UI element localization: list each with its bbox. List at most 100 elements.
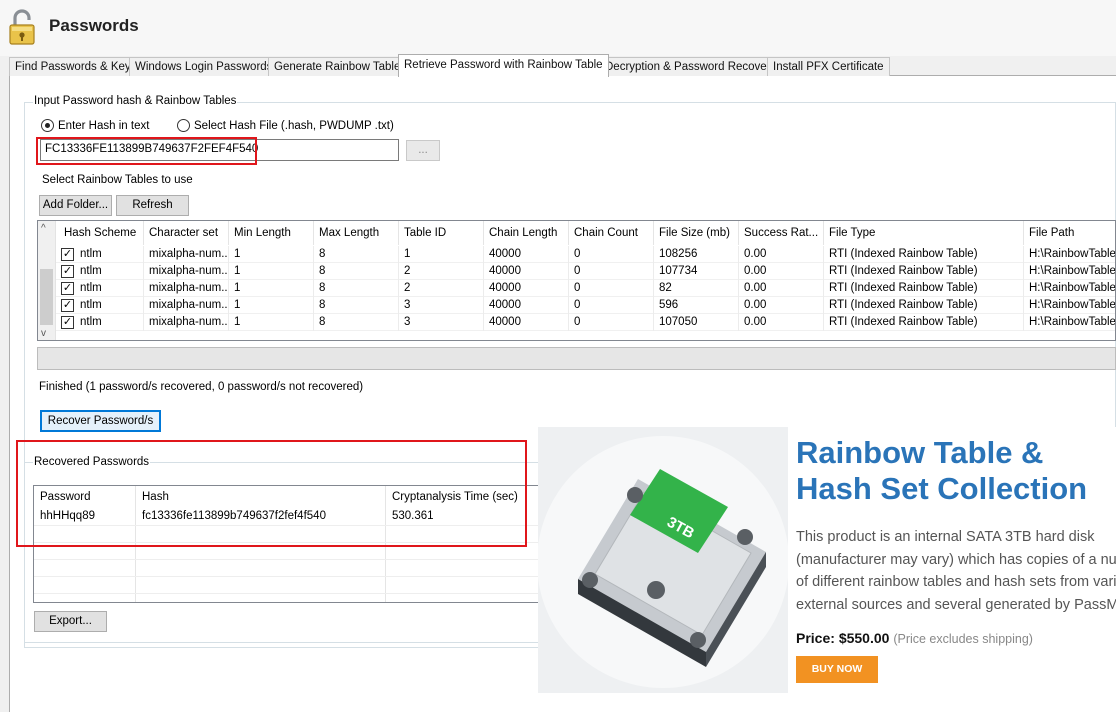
col-hash-scheme[interactable]: Hash Scheme: [59, 221, 144, 245]
cell-chain-count: 0: [569, 263, 654, 280]
scrollbar-thumb[interactable]: [40, 269, 53, 325]
rainbow-tables-grid: ^ v Hash Scheme Character set Min Length…: [37, 220, 1116, 341]
recover-passwords-button[interactable]: Recover Password/s: [40, 410, 161, 432]
recovered-password-cell[interactable]: hhHHqq89: [34, 508, 95, 525]
cell-max-length: 8: [314, 297, 399, 314]
row-divider: [34, 525, 552, 526]
col-cryptanalysis-time[interactable]: Cryptanalysis Time (sec): [386, 486, 518, 508]
grid-scrollbar[interactable]: ^ v: [38, 221, 56, 340]
cell-chain-length: 40000: [484, 297, 569, 314]
tab-install-pfx-certificate[interactable]: Install PFX Certificate: [767, 57, 890, 76]
col-min-length[interactable]: Min Length: [229, 221, 314, 245]
cell-table-id: 2: [399, 263, 484, 280]
col-chain-count[interactable]: Chain Count: [569, 221, 654, 245]
col-file-path[interactable]: File Path: [1024, 221, 1115, 245]
tab-generate-rainbow-table[interactable]: Generate Rainbow Table: [268, 57, 407, 76]
cell-max-length: 8: [314, 314, 399, 331]
cell-chain-length: 40000: [484, 280, 569, 297]
cell-chain-count: 0: [569, 314, 654, 331]
col-divider: [136, 486, 386, 602]
export-button[interactable]: Export...: [34, 611, 107, 632]
hard-disk-icon: 3TB: [538, 436, 789, 688]
padlock-icon: [9, 9, 35, 45]
hash-input[interactable]: FC13336FE113899B749637F2FEF4F540: [40, 139, 399, 161]
cell-file-size: 107734: [654, 263, 739, 280]
table-row[interactable]: ntlm ✓ mixalpha-num... 1 8 3 40000 0 596…: [56, 297, 1115, 314]
cell-max-length: 8: [314, 263, 399, 280]
table-row[interactable]: ntlm ✓ mixalpha-num... 1 8 3 40000 0 107…: [56, 314, 1115, 331]
cell-file-path: H:\RainbowTables: [1024, 263, 1115, 280]
cell-chain-count: 0: [569, 246, 654, 263]
col-hash[interactable]: Hash: [136, 486, 169, 508]
cell-character-set: mixalpha-num...: [144, 314, 229, 331]
cell-table-id: 3: [399, 297, 484, 314]
cell-min-length: 1: [229, 314, 314, 331]
tab-retrieve-password-rainbow-table[interactable]: Retrieve Password with Rainbow Table: [398, 54, 609, 77]
recovered-time-cell[interactable]: 530.361: [386, 508, 434, 525]
col-file-size[interactable]: File Size (mb): [654, 221, 739, 245]
cell-chain-count: 0: [569, 297, 654, 314]
cell-chain-length: 40000: [484, 314, 569, 331]
page-title: Passwords: [49, 16, 139, 35]
row-divider: [34, 542, 552, 543]
cell-character-set: mixalpha-num...: [144, 297, 229, 314]
cell-character-set: mixalpha-num...: [144, 263, 229, 280]
col-max-length[interactable]: Max Length: [314, 221, 399, 245]
radio-unselected-icon: [177, 119, 190, 132]
cell-file-type: RTI (Indexed Rainbow Table): [824, 297, 1024, 314]
cell-file-path: H:\RainbowTables: [1024, 246, 1115, 263]
checkbox-checked-icon[interactable]: ✓: [61, 299, 74, 312]
chevron-up-icon[interactable]: ^: [41, 223, 46, 234]
cell-min-length: 1: [229, 246, 314, 263]
table-row[interactable]: ntlm ✓ mixalpha-num... 1 8 2 40000 0 82 …: [56, 280, 1115, 297]
select-tables-label: Select Rainbow Tables to use: [42, 174, 193, 186]
recovered-hash-cell[interactable]: fc13336fe113899b749637f2fef4f540: [136, 508, 326, 525]
checkbox-checked-icon[interactable]: ✓: [61, 316, 74, 329]
checkbox-checked-icon[interactable]: ✓: [61, 265, 74, 278]
cell-file-size: 596: [654, 297, 739, 314]
col-table-id[interactable]: Table ID: [399, 221, 484, 245]
radio-enter-hash-text[interactable]: Enter Hash in text: [41, 119, 149, 132]
app-header: Passwords: [0, 0, 1116, 56]
refresh-button[interactable]: Refresh: [116, 195, 189, 216]
radio-select-hash-file[interactable]: Select Hash File (.hash, PWDUMP .txt): [177, 119, 394, 132]
col-file-type[interactable]: File Type: [824, 221, 1024, 245]
add-folder-button[interactable]: Add Folder...: [39, 195, 112, 216]
cell-character-set: mixalpha-num...: [144, 246, 229, 263]
progress-bar: [37, 347, 1116, 370]
row-divider: [34, 576, 552, 577]
status-text: Finished (1 password/s recovered, 0 pass…: [39, 381, 364, 393]
cell-character-set: mixalpha-num...: [144, 280, 229, 297]
cell-file-type: RTI (Indexed Rainbow Table): [824, 263, 1024, 280]
cell-file-path: H:\RainbowTables: [1024, 314, 1115, 331]
row-divider: [34, 593, 552, 594]
cell-file-path: H:\RainbowTables: [1024, 280, 1115, 297]
rainbow-table-ad: 3TB Rainbow Table & Hash Set Collection …: [538, 427, 1116, 693]
ad-description-line: (manufacturer may vary) which has copies…: [796, 551, 1116, 568]
browse-button[interactable]: ...: [406, 140, 440, 161]
cell-file-path: H:\RainbowTables: [1024, 297, 1115, 314]
col-success-rate[interactable]: Success Rat...: [739, 221, 824, 245]
checkbox-checked-icon[interactable]: ✓: [61, 282, 74, 295]
tab-windows-login-passwords[interactable]: Windows Login Passwords: [129, 57, 279, 76]
ad-title: Rainbow Table & Hash Set Collection: [796, 435, 1088, 506]
tab-decryption-password-recovery[interactable]: Decryption & Password Recovery: [599, 57, 783, 76]
checkbox-checked-icon[interactable]: ✓: [61, 248, 74, 261]
cell-min-length: 1: [229, 280, 314, 297]
tab-find-passwords-keys[interactable]: Find Passwords & Keys: [9, 57, 143, 76]
table-row[interactable]: ntlm ✓ mixalpha-num... 1 8 2 40000 0 107…: [56, 263, 1115, 280]
ad-description-line: This product is an internal SATA 3TB har…: [796, 529, 1095, 545]
col-password[interactable]: Password: [34, 486, 91, 508]
col-character-set[interactable]: Character set: [144, 221, 229, 245]
cell-file-type: RTI (Indexed Rainbow Table): [824, 246, 1024, 263]
ad-price: Price: $550.00 (Price excludes shipping): [796, 630, 1033, 646]
table-row[interactable]: ntlm ✓ mixalpha-num... 1 8 1 40000 0 108…: [56, 246, 1115, 263]
cell-success-rate: 0.00: [739, 246, 824, 263]
chevron-down-icon[interactable]: v: [41, 328, 46, 339]
cell-chain-count: 0: [569, 280, 654, 297]
radio-enter-hash-label: Enter Hash in text: [58, 119, 150, 132]
col-chain-length[interactable]: Chain Length: [484, 221, 569, 245]
buy-now-button[interactable]: BUY NOW: [796, 656, 878, 683]
row-divider: [34, 559, 552, 560]
cell-success-rate: 0.00: [739, 297, 824, 314]
